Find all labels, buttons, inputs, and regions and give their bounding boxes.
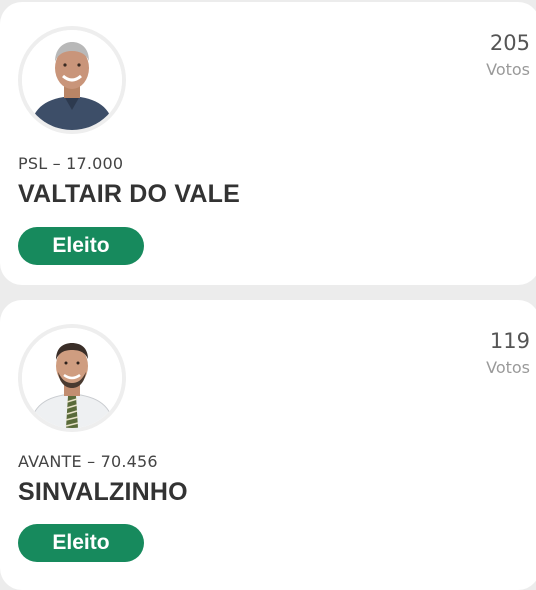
votes-count: 205 [489, 31, 530, 55]
status-badge: Eleito [18, 227, 144, 265]
votes-block: 205 Votos [486, 30, 530, 81]
votes-count: 119 [489, 329, 530, 353]
party-number: PSL – 17.000 [18, 154, 124, 173]
votes-label: Votos [486, 60, 530, 79]
candidate-avatar [18, 324, 126, 432]
status-badge: Eleito [18, 524, 144, 562]
candidate-photo-icon [22, 328, 122, 428]
votes-block: 119 Votos [486, 328, 530, 379]
candidate-photo-icon [22, 30, 122, 130]
candidate-card[interactable]: 119 Votos AVANTE – 70.456 SINVALZINHO El… [0, 300, 536, 590]
votes-label: Votos [486, 358, 530, 377]
candidate-avatar [18, 26, 126, 134]
candidate-name: VALTAIR DO VALE [18, 180, 240, 208]
candidate-name: SINVALZINHO [18, 478, 188, 506]
candidate-card[interactable]: 205 Votos PSL – 17.000 VALTAIR DO VALE E… [0, 2, 536, 285]
party-number: AVANTE – 70.456 [18, 452, 158, 471]
